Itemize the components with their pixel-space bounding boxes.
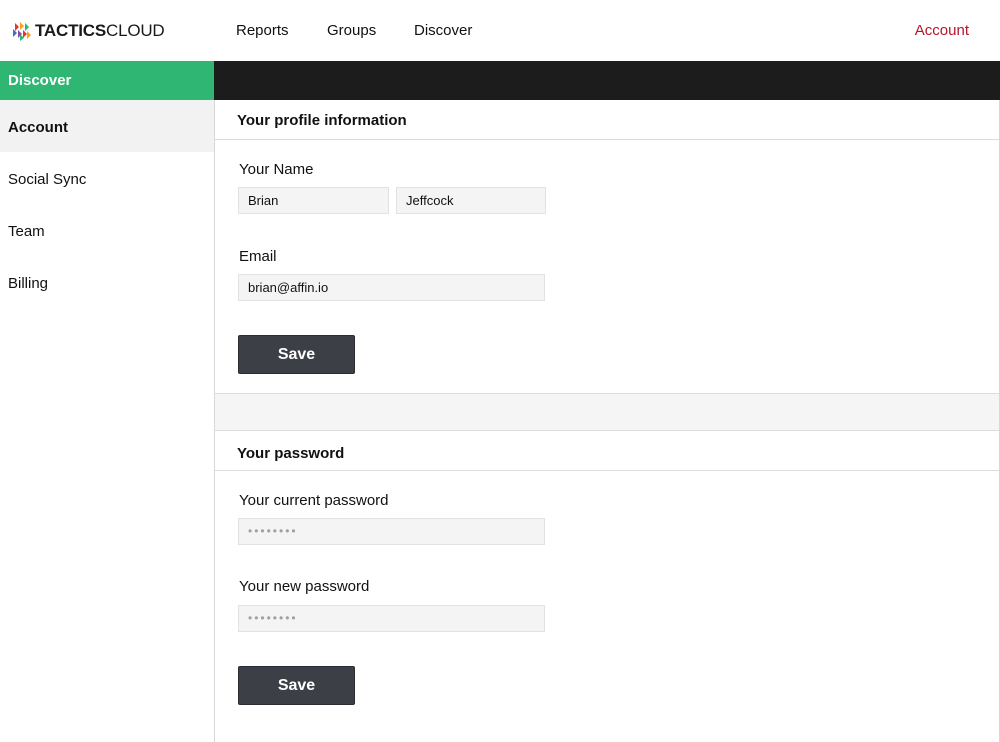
profile-section-header: Your profile information — [215, 100, 999, 140]
save-password-button[interactable]: Save — [238, 666, 355, 705]
password-section-title: Your password — [237, 445, 345, 462]
section-divider-band — [215, 393, 999, 430]
new-password-label: Your new password — [239, 578, 370, 595]
sidebar-item-team[interactable]: Team — [0, 204, 214, 256]
account-settings-panel: Your profile information Your Name Brian… — [215, 100, 1000, 742]
new-password-field[interactable]: •••••••• — [238, 605, 545, 632]
tacticscloud-logo[interactable]: TACTICSCLOUD — [12, 19, 165, 43]
profile-section-title: Your profile information — [237, 112, 407, 129]
name-label: Your Name — [239, 161, 314, 178]
sidebar-item-billing[interactable]: Billing — [0, 256, 214, 308]
sidebar-item-account[interactable]: Account — [0, 100, 214, 152]
settings-sidebar: Account Social Sync Team Billing — [0, 100, 215, 742]
top-navigation: TACTICSCLOUD Reports Groups Discover Acc… — [0, 0, 1000, 61]
email-field[interactable]: brian@affin.io — [238, 274, 545, 301]
current-password-label: Your current password — [239, 492, 389, 509]
nav-discover-link[interactable]: Discover — [414, 21, 472, 41]
logo-wordmark: TACTICSCLOUD — [35, 19, 165, 43]
sidebar-item-social-sync[interactable]: Social Sync — [0, 152, 214, 204]
sidebar-item-label: Social Sync — [8, 171, 87, 188]
nav-reports-link[interactable]: Reports — [236, 21, 289, 41]
save-profile-button[interactable]: Save — [238, 335, 355, 374]
section-header-label: Discover — [8, 72, 72, 89]
password-section-header: Your password — [215, 430, 999, 471]
logo-wordmark-light: CLOUD — [106, 21, 165, 40]
logo-mark-icon — [13, 22, 31, 41]
sidebar-item-label: Billing — [8, 275, 49, 292]
dark-banner-bar — [214, 61, 1000, 100]
current-password-field[interactable]: •••••••• — [238, 518, 545, 545]
first-name-field[interactable]: Brian — [238, 187, 389, 214]
sidebar-item-label: Account — [8, 119, 68, 136]
logo-wordmark-bold: TACTICS — [35, 21, 106, 40]
nav-groups-link[interactable]: Groups — [327, 21, 376, 41]
sidebar-item-label: Team — [8, 223, 45, 240]
email-label: Email — [239, 248, 277, 265]
section-header-bar: Discover — [0, 61, 214, 100]
nav-account-link[interactable]: Account — [915, 21, 969, 41]
last-name-field[interactable]: Jeffcock — [396, 187, 546, 214]
